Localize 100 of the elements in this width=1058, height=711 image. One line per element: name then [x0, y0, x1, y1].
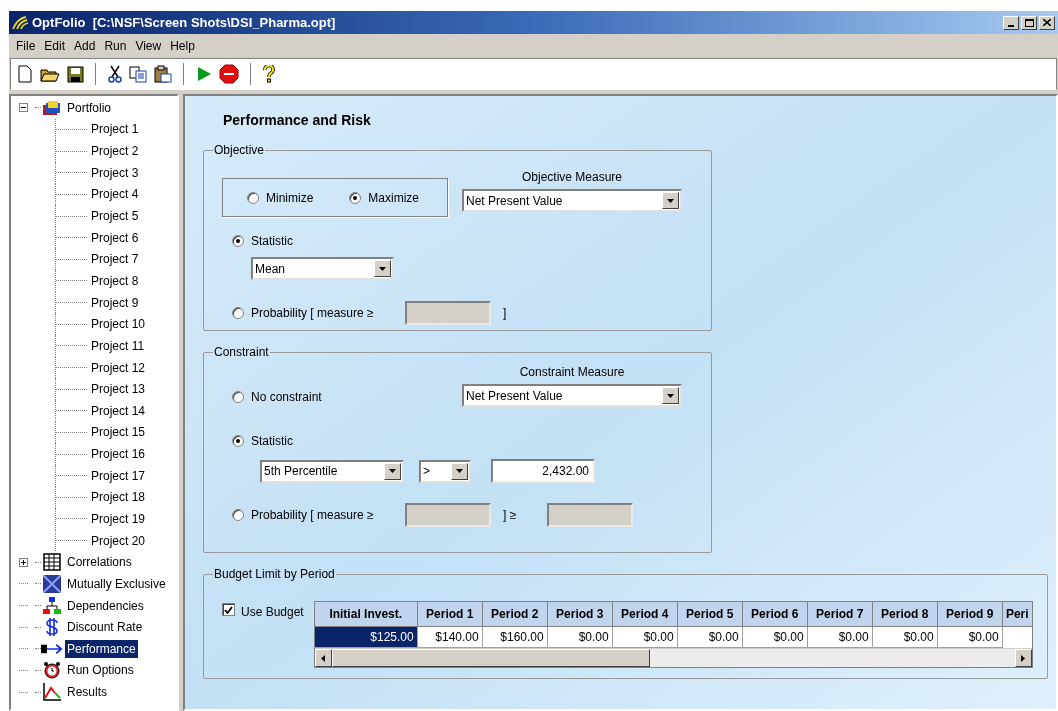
minimize-radio[interactable]: Minimize	[247, 188, 314, 207]
window-title: OptFolio [C:\NSF\Screen Shots\DSI_Pharma.opt]	[32, 13, 336, 32]
probability-field[interactable]	[405, 503, 491, 527]
column-header[interactable]: Initial Invest.	[314, 602, 418, 627]
column-header[interactable]: Period 8	[872, 602, 938, 627]
measure-label: Constraint Measure	[519, 364, 625, 381]
table-cell[interactable]: $0.00	[677, 627, 743, 648]
tree-item[interactable]: Portfolio	[65, 98, 114, 117]
new-file-icon[interactable]	[17, 65, 33, 83]
tree-item[interactable]: Project 2	[91, 142, 139, 161]
tree-item[interactable]: Results	[65, 683, 109, 702]
panel-title: Performance and Risk	[223, 111, 372, 130]
horizontal-scrollbar[interactable]	[314, 648, 1032, 667]
tree-item[interactable]: Project 13	[91, 380, 146, 399]
column-header[interactable]: Period 4	[612, 602, 678, 627]
table-cell[interactable]: $160.00	[482, 627, 548, 648]
column-header[interactable]: Period 6	[742, 602, 808, 627]
probability-value-field[interactable]	[547, 503, 633, 527]
tree-item[interactable]: Project 9	[91, 293, 139, 312]
maximize-button[interactable]	[1021, 15, 1037, 30]
paste-icon[interactable]	[154, 65, 172, 83]
probability-field[interactable]	[405, 301, 491, 325]
measure-dropdown[interactable]: Net Present Value	[462, 189, 682, 212]
column-header[interactable]: Period 7	[807, 602, 873, 627]
tree-item[interactable]: Project 20	[91, 531, 146, 550]
tree-item[interactable]: Performance	[65, 639, 138, 658]
table-cell[interactable]: $0.00	[612, 627, 678, 648]
table-cell[interactable]: $0.00	[547, 627, 613, 648]
tree-item[interactable]: Dependencies	[65, 596, 146, 615]
tree-item[interactable]: Project 6	[91, 228, 139, 247]
tree-item[interactable]: Project 5	[91, 207, 139, 225]
tree-item[interactable]: Project 17	[91, 466, 146, 485]
menu-item[interactable]: Run	[100, 37, 131, 55]
threshold-field[interactable]: 2,432.00	[491, 459, 595, 483]
column-header[interactable]: Period 3	[547, 602, 613, 627]
table-cell[interactable]: $0.00	[807, 627, 873, 648]
column-header[interactable]: Period 9	[937, 602, 1003, 627]
column-header[interactable]: Period 2	[482, 602, 548, 627]
tree-item[interactable]: Project 1	[91, 120, 139, 139]
expand-toggle-icon[interactable]	[18, 557, 28, 567]
crossed-square-icon	[43, 574, 61, 593]
open-folder-icon[interactable]	[40, 66, 60, 82]
tree-item[interactable]: Project 14	[91, 401, 146, 420]
tree-item[interactable]: Project 10	[91, 315, 146, 334]
help-icon[interactable]	[263, 65, 275, 83]
menu-item[interactable]: Edit	[40, 37, 70, 55]
operator-dropdown[interactable]: >	[419, 459, 471, 483]
menu-item[interactable]: Add	[70, 37, 100, 55]
no-constraint-radio[interactable]: No constraint	[232, 388, 322, 406]
play-icon[interactable]	[196, 66, 212, 82]
tree-item[interactable]: Run Options	[65, 661, 136, 680]
menu-item[interactable]: Help	[166, 37, 199, 55]
scroll-left-icon[interactable]	[321, 654, 326, 662]
probability-radio[interactable]: Probability [ measure ≥	[232, 506, 374, 524]
menu-item[interactable]: View	[131, 37, 166, 55]
statistic-dropdown[interactable]: 5th Percentile	[260, 459, 404, 483]
tree-item[interactable]: Project 19	[91, 510, 146, 528]
tree-item[interactable]: Project 12	[91, 358, 146, 377]
measure-label: Objective Measure	[521, 169, 622, 186]
column-header[interactable]: Peri	[1002, 602, 1032, 627]
copy-icon[interactable]	[129, 65, 147, 83]
close-button[interactable]	[1039, 15, 1055, 30]
save-icon[interactable]	[67, 65, 84, 83]
stop-sign-icon[interactable]	[219, 64, 239, 84]
probability-radio[interactable]: Probability [ measure ≥	[232, 304, 374, 322]
statistic-dropdown[interactable]: Mean	[251, 257, 394, 280]
collapse-toggle-icon[interactable]	[18, 103, 28, 113]
tree-item[interactable]: Project 4	[91, 185, 139, 204]
caret-down-icon	[667, 393, 674, 398]
scroll-right-icon[interactable]	[1021, 654, 1026, 662]
table-cell[interactable]: $0.00	[937, 627, 1003, 648]
column-header[interactable]: Period 5	[677, 602, 743, 627]
tree-item[interactable]: Project 18	[91, 488, 146, 507]
use-budget-checkbox[interactable]: Use Budget	[222, 603, 304, 619]
maximize-radio[interactable]: Maximize	[349, 188, 419, 207]
table-cell[interactable]: $0.00	[742, 627, 808, 648]
caret-down-icon	[389, 469, 396, 473]
close-icon	[1043, 19, 1051, 26]
minimize-button[interactable]	[1003, 15, 1019, 30]
tree-item[interactable]: Project 16	[91, 445, 146, 464]
statistic-radio[interactable]: Statistic	[232, 232, 293, 250]
tree-item[interactable]: Project 7	[91, 250, 139, 269]
tree-item[interactable]: Correlations	[65, 553, 134, 572]
table-cell[interactable]: $140.00	[417, 627, 483, 648]
measure-dropdown[interactable]: Net Present Value	[462, 384, 682, 407]
statistic-radio[interactable]: Statistic	[232, 432, 293, 450]
table-cell[interactable]: $125.00	[314, 627, 418, 648]
menu-item[interactable]: File	[12, 37, 40, 55]
column-header[interactable]: Period 1	[417, 602, 483, 627]
alarm-clock-icon	[43, 661, 61, 680]
table-cell[interactable]: $0.00	[872, 627, 938, 648]
tree-item[interactable]: Discount Rate	[65, 618, 145, 637]
tree-item[interactable]: Mutually Exclusive	[65, 574, 168, 593]
tree-item[interactable]: Project 11	[91, 336, 145, 355]
scissors-icon[interactable]	[108, 65, 122, 83]
dollar-sign-icon	[45, 618, 59, 637]
tree-item[interactable]: Project 3	[91, 163, 139, 182]
tree-item[interactable]: Project 15	[91, 423, 146, 442]
caret-down-icon	[667, 198, 674, 203]
tree-item[interactable]: Project 8	[91, 271, 139, 290]
